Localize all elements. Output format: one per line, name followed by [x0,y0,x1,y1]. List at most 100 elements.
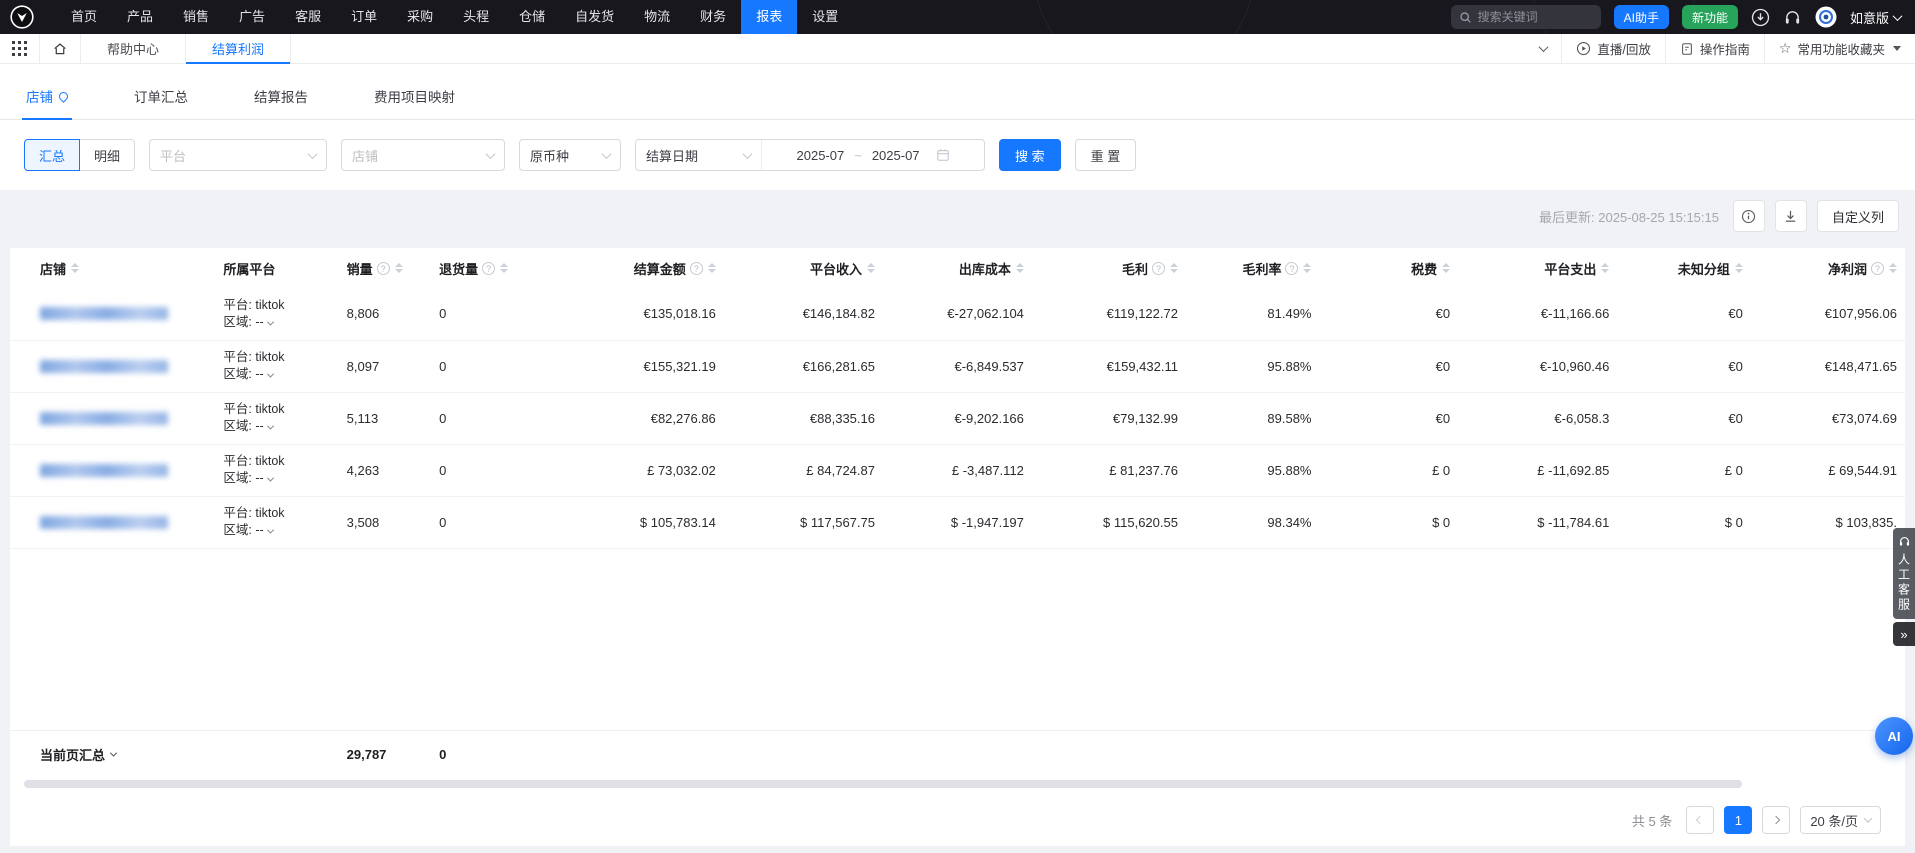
currency-select[interactable]: 原币种 [519,139,621,171]
column-header-6[interactable]: 出库成本 [883,248,1032,288]
sort-icon[interactable] [71,263,79,273]
version-switcher[interactable]: 如意版 [1850,8,1901,27]
column-header-12[interactable]: 净利润? [1751,248,1905,288]
nav-item-7[interactable]: 头程 [448,0,504,34]
column-header-4[interactable]: 结算金额? [549,248,724,288]
column-header-0[interactable]: 店铺 [10,248,215,288]
nav-item-10[interactable]: 物流 [629,0,685,34]
sort-icon[interactable] [1303,263,1311,273]
sort-icon[interactable] [1170,263,1178,273]
region-line[interactable]: 区域: -- [223,522,330,539]
tab-help-center[interactable]: 帮助中心 [81,34,186,63]
new-feature-button[interactable]: 新功能 [1682,5,1738,29]
pin-icon[interactable] [57,90,70,103]
ai-assistant-button[interactable]: AI助手 [1614,5,1669,29]
headset-icon[interactable] [1783,8,1802,27]
column-header-10[interactable]: 平台支出 [1458,248,1617,288]
subtab-0[interactable]: 店铺 [26,86,68,119]
global-search[interactable] [1451,5,1601,29]
nav-item-3[interactable]: 广告 [224,0,280,34]
favorites-menu[interactable]: ☆ 常用功能收藏夹 [1764,34,1915,63]
column-header-3[interactable]: 退货量? [431,248,549,288]
column-header-5[interactable]: 平台收入 [724,248,883,288]
sort-icon[interactable] [867,263,875,273]
sort-icon[interactable] [1016,263,1024,273]
platform-select[interactable]: 平台 [149,139,327,171]
nav-item-11[interactable]: 财务 [685,0,741,34]
sort-icon[interactable] [1889,263,1897,273]
subtab-2[interactable]: 结算报告 [254,86,308,119]
service-collapse-button[interactable]: » [1893,622,1915,646]
nav-item-13[interactable]: 设置 [797,0,853,34]
prev-page-button[interactable] [1686,806,1714,834]
reset-button[interactable]: 重 置 [1075,139,1137,171]
nav-item-12[interactable]: 报表 [741,0,797,34]
detail-toggle-button[interactable]: 明细 [79,139,135,171]
sort-icon[interactable] [395,263,403,273]
next-page-button[interactable] [1762,806,1790,834]
horizontal-scrollbar-thumb[interactable] [24,780,1742,788]
info-button[interactable] [1733,200,1765,232]
search-button[interactable]: 搜 索 [999,139,1061,171]
app-logo-icon[interactable] [10,5,34,29]
nav-item-8[interactable]: 仓储 [504,0,560,34]
sort-icon[interactable] [1735,263,1743,273]
help-icon[interactable]: ? [482,262,495,275]
ai-fab-button[interactable]: AI [1875,717,1913,755]
nav-item-2[interactable]: 销售 [168,0,224,34]
download-circle-icon[interactable] [1751,8,1770,27]
help-icon[interactable]: ? [1285,262,1298,275]
sort-icon[interactable] [1442,263,1450,273]
search-input[interactable] [1478,10,1588,24]
nav-item-4[interactable]: 客服 [280,0,336,34]
nav-item-6[interactable]: 采购 [392,0,448,34]
live-replay-link[interactable]: 直播/回放 [1561,34,1664,63]
subtab-3[interactable]: 费用项目映射 [374,86,455,119]
store-name-blurred[interactable] [40,464,168,477]
region-line[interactable]: 区域: -- [223,314,330,331]
store-name-blurred[interactable] [40,307,168,320]
report-subtabs: 店铺 订单汇总 结算报告 费用项目映射 [0,64,1915,120]
page-size-select[interactable]: 20 条/页 [1800,806,1881,834]
nav-item-1[interactable]: 产品 [112,0,168,34]
sort-icon[interactable] [1601,263,1609,273]
tabs-collapse-button[interactable] [1526,34,1561,63]
apps-grid-icon[interactable] [0,34,40,63]
sort-icon[interactable] [708,263,716,273]
column-header-2[interactable]: 销量? [339,248,431,288]
nav-item-9[interactable]: 自发货 [560,0,629,34]
store-name-blurred[interactable] [40,360,168,373]
help-icon[interactable]: ? [377,262,390,275]
column-header-7[interactable]: 毛利? [1032,248,1186,288]
column-header-8[interactable]: 毛利率? [1186,248,1320,288]
help-icon[interactable]: ? [1152,262,1165,275]
customize-columns-button[interactable]: 自定义列 [1817,200,1899,232]
region-line[interactable]: 区域: -- [223,366,330,383]
guide-link[interactable]: 操作指南 [1665,34,1764,63]
export-download-button[interactable] [1775,200,1807,232]
region-line[interactable]: 区域: -- [223,418,330,435]
store-name-blurred[interactable] [40,516,168,529]
home-icon[interactable] [40,34,81,63]
subtab-1[interactable]: 订单汇总 [134,86,188,119]
shop-select[interactable]: 店铺 [341,139,505,171]
current-page-button[interactable]: 1 [1724,806,1752,834]
column-header-9[interactable]: 税费 [1319,248,1458,288]
summary-toggle[interactable]: 当前页汇总 [40,745,116,764]
region-line[interactable]: 区域: -- [223,470,330,487]
column-header-1[interactable]: 所属平台 [215,248,338,288]
help-icon[interactable]: ? [690,262,703,275]
sort-icon[interactable] [500,263,508,273]
nav-item-5[interactable]: 订单 [336,0,392,34]
store-name-blurred[interactable] [40,412,168,425]
tab-settlement-profit[interactable]: 结算利润 [186,34,291,63]
date-end-value: 2025-07 [872,148,920,163]
date-range-input[interactable]: 2025-07 ~ 2025-07 [762,140,984,170]
user-avatar[interactable] [1815,6,1837,28]
customer-service-button[interactable]: 人工客服 [1893,528,1915,619]
column-header-11[interactable]: 未知分组 [1617,248,1751,288]
nav-item-0[interactable]: 首页 [56,0,112,34]
summary-toggle-button[interactable]: 汇总 [24,139,80,171]
date-type-select[interactable]: 结算日期 [636,140,762,170]
help-icon[interactable]: ? [1871,262,1884,275]
